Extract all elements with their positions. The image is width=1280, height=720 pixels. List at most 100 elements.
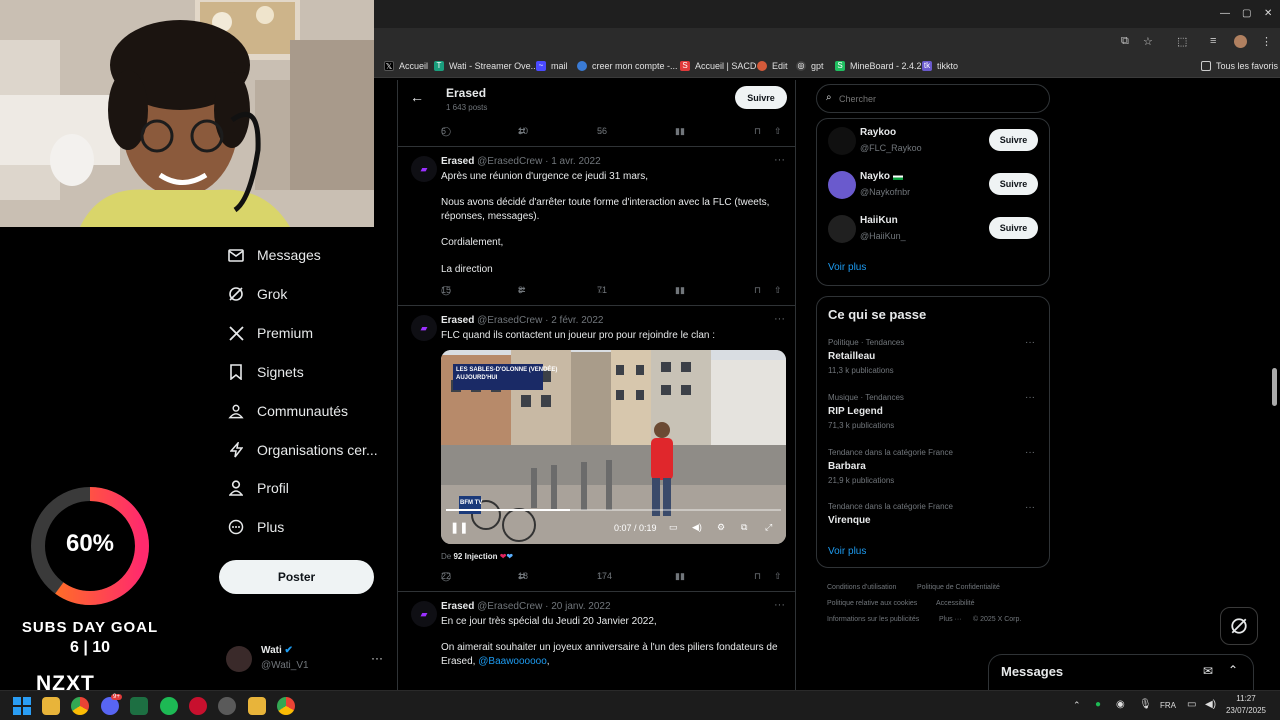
- suggestion-avatar[interactable]: [828, 215, 856, 243]
- windows-start-icon[interactable]: [13, 697, 31, 715]
- new-message-icon[interactable]: ✉: [1203, 664, 1213, 678]
- trend-more-icon[interactable]: ···: [1025, 447, 1035, 458]
- microphone-icon[interactable]: 🎙: [1139, 699, 1152, 710]
- extensions-icon[interactable]: ⬚: [1177, 35, 1187, 48]
- trend-name[interactable]: Retailleau: [828, 351, 875, 362]
- all-bookmarks[interactable]: Tous les favoris: [1201, 61, 1278, 71]
- footer-link[interactable]: Conditions d'utilisation: [827, 584, 896, 591]
- back-arrow-icon[interactable]: ←: [410, 89, 424, 105]
- nav-signets[interactable]: Signets: [228, 364, 304, 380]
- captions-icon[interactable]: ▭: [669, 522, 678, 533]
- pause-icon[interactable]: ❚❚: [450, 521, 468, 534]
- nav-grok[interactable]: Grok: [228, 286, 287, 302]
- tweet-avatar[interactable]: ▰: [411, 156, 437, 182]
- media-icon[interactable]: ≡: [1210, 35, 1216, 47]
- suggestion-avatar[interactable]: [828, 171, 856, 199]
- trend-name[interactable]: RIP Legend: [828, 406, 883, 417]
- suggestion-name[interactable]: Nayko: [860, 171, 890, 182]
- volume-icon[interactable]: ◀): [692, 522, 702, 533]
- tweet-avatar[interactable]: ▰: [411, 315, 437, 341]
- messages-dock[interactable]: Messages ✉ ⌃: [988, 654, 1254, 690]
- trend-more-icon[interactable]: ···: [1025, 392, 1035, 403]
- poster-button[interactable]: Poster: [219, 560, 374, 594]
- menu-kebab-icon[interactable]: ⋮: [1261, 35, 1272, 48]
- tweet-avatar[interactable]: ▰: [411, 601, 437, 627]
- settings-gear-icon[interactable]: ⚙: [717, 522, 725, 533]
- footer-link[interactable]: Plus ···: [939, 616, 962, 623]
- tweet-handle[interactable]: @ErasedCrew: [477, 601, 542, 612]
- tweet-author[interactable]: Erased: [441, 601, 474, 612]
- voir-plus-link[interactable]: Voir plus: [828, 546, 866, 557]
- language-indicator[interactable]: FRA: [1160, 701, 1176, 710]
- bookmark-action-icon[interactable]: ⊓: [754, 571, 761, 582]
- minimize-icon[interactable]: —: [1220, 8, 1230, 19]
- chrome-icon[interactable]: [71, 697, 89, 715]
- nav-communautes[interactable]: Communautés: [228, 403, 348, 419]
- file-explorer-icon[interactable]: [42, 697, 60, 715]
- tweet-handle[interactable]: @ErasedCrew: [477, 315, 542, 326]
- nav-messages[interactable]: Messages: [228, 247, 321, 263]
- bookmark-item[interactable]: ◎ gpt: [796, 61, 824, 71]
- clock-time[interactable]: 11:27: [1226, 694, 1266, 703]
- account-name[interactable]: Wati ✔: [261, 645, 293, 656]
- bookmark-item[interactable]: tk tikkto: [922, 61, 958, 71]
- cast-icon[interactable]: ⧉: [1121, 35, 1129, 48]
- steam-icon[interactable]: ◉: [1116, 699, 1125, 710]
- nav-premium[interactable]: Premium: [228, 325, 313, 341]
- from-name[interactable]: 92 Injection: [453, 552, 497, 561]
- trend-more-icon[interactable]: ···: [1025, 337, 1035, 348]
- follow-button[interactable]: Suivre: [989, 129, 1038, 151]
- views-icon[interactable]: ▮▮: [675, 285, 685, 296]
- clock-date[interactable]: 23/07/2025: [1222, 706, 1270, 715]
- bookmark-item[interactable]: 𝕏 Accueil: [384, 61, 428, 71]
- views-icon[interactable]: ▮▮: [675, 126, 685, 137]
- fullscreen-icon[interactable]: ⤢: [765, 522, 772, 533]
- nav-plus[interactable]: Plus: [228, 519, 284, 535]
- profile-avatar[interactable]: [1234, 35, 1247, 48]
- follow-button[interactable]: Suivre: [989, 173, 1038, 195]
- bookmark-action-icon[interactable]: ⊓: [754, 285, 761, 296]
- close-icon[interactable]: ✕: [1264, 8, 1272, 19]
- app-icon[interactable]: [248, 697, 266, 715]
- pip-icon[interactable]: ⧉: [741, 522, 747, 533]
- bookmark-item[interactable]: T Wati - Streamer Ove...: [434, 61, 538, 71]
- app-icon[interactable]: [189, 697, 207, 715]
- bookmark-item[interactable]: creer mon compte -...: [577, 61, 678, 71]
- follow-button[interactable]: Suivre: [989, 217, 1038, 239]
- chrome-icon[interactable]: [277, 697, 295, 715]
- footer-link[interactable]: Politique de Confidentialité: [917, 584, 1000, 591]
- tweet-handle[interactable]: @ErasedCrew: [477, 156, 542, 167]
- suggestion-name[interactable]: HaiiKun: [860, 215, 898, 226]
- network-icon[interactable]: ▭: [1187, 699, 1196, 710]
- bookmark-item[interactable]: ~ mail: [536, 61, 568, 71]
- trend-name[interactable]: Virenque: [828, 515, 871, 526]
- bookmark-item[interactable]: Edit: [757, 61, 788, 71]
- search-input[interactable]: [839, 91, 1039, 106]
- scrollbar-thumb[interactable]: [1272, 368, 1277, 406]
- share-icon[interactable]: ⇧: [774, 285, 782, 296]
- bookmark-item[interactable]: S Accueil | SACD: [680, 61, 756, 71]
- suggestion-name[interactable]: Raykoo: [860, 127, 896, 138]
- footer-link[interactable]: Politique relative aux cookies: [827, 600, 917, 607]
- views-icon[interactable]: ▮▮: [675, 571, 685, 582]
- trend-name[interactable]: Barbara: [828, 461, 866, 472]
- tweet-date[interactable]: · 2 févr. 2022: [545, 315, 603, 326]
- share-icon[interactable]: ⇧: [774, 126, 782, 137]
- footer-link[interactable]: Accessibilité: [936, 600, 975, 607]
- tray-icon[interactable]: ●: [1095, 699, 1101, 710]
- app-icon[interactable]: [218, 697, 236, 715]
- nav-profil[interactable]: Profil: [228, 480, 289, 496]
- star-icon[interactable]: ☆: [1143, 35, 1153, 48]
- bookmark-action-icon[interactable]: ⊓: [754, 126, 761, 137]
- tweet-author[interactable]: Erased: [441, 315, 474, 326]
- tweet-date[interactable]: · 1 avr. 2022: [545, 156, 601, 167]
- share-icon[interactable]: ⇧: [774, 571, 782, 582]
- volume-icon[interactable]: ◀): [1205, 699, 1216, 710]
- video-seekbar[interactable]: [446, 509, 781, 511]
- voir-plus-link[interactable]: Voir plus: [828, 262, 866, 273]
- tweet-date[interactable]: · 20 janv. 2022: [545, 601, 610, 612]
- spotify-icon[interactable]: [160, 697, 178, 715]
- follow-button[interactable]: Suivre: [735, 86, 787, 109]
- chevron-up-icon[interactable]: ⌃: [1073, 700, 1081, 711]
- tweet-more-icon[interactable]: ···: [774, 313, 785, 325]
